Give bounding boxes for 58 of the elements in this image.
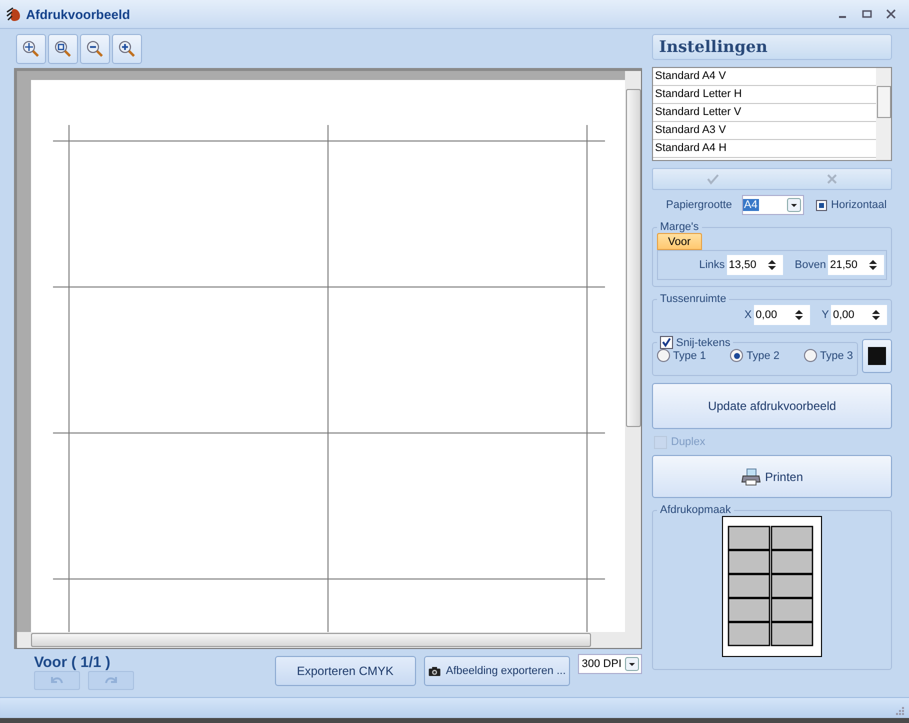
color-button[interactable] [862, 339, 892, 373]
field-label: Y [822, 309, 829, 321]
close-icon[interactable] [885, 8, 897, 20]
resize-grip-icon[interactable] [895, 706, 905, 716]
camera-icon [428, 664, 441, 678]
spinner-arrows-icon [871, 308, 881, 322]
list-scrollbar[interactable] [876, 68, 891, 160]
magnifier-icon [118, 40, 136, 58]
app-icon [6, 6, 22, 22]
number-field[interactable]: 21,50 [828, 255, 884, 275]
magnifier-icon [54, 40, 72, 58]
preset-item[interactable]: Standard A3 V [653, 122, 876, 140]
paper-size-dropdown[interactable]: A4 [742, 195, 804, 215]
type-radio[interactable]: Type 1 [657, 349, 706, 362]
zoom-button[interactable] [80, 34, 110, 64]
export-button[interactable]: Afbeelding exporteren ... [424, 656, 570, 686]
paper-size-label: Papiergrootte [666, 199, 732, 211]
maximize-icon[interactable] [861, 8, 873, 20]
field-label: Boven [794, 259, 826, 271]
margin-tab[interactable]: Voor [657, 233, 702, 250]
settings-header: Instellingen [652, 34, 892, 60]
window-title: Afdrukvoorbeeld [26, 6, 130, 22]
spinner-arrows-icon [794, 308, 804, 322]
number-field[interactable]: 0,00 [754, 305, 810, 325]
check-icon[interactable] [706, 173, 720, 185]
spinner-arrows-icon [868, 258, 878, 272]
printer-icon [740, 468, 761, 486]
cut-marks-label: Snij-tekens [676, 336, 730, 348]
number-field[interactable]: 13,50 [726, 255, 783, 275]
group-legend: Marge's [657, 221, 702, 233]
zoom-button[interactable] [112, 34, 142, 64]
field-label: X [744, 309, 752, 321]
preset-item[interactable]: Standard Letter H [653, 86, 876, 104]
group-legend: Tussenruimte [657, 293, 730, 305]
print-button[interactable]: Printen [652, 455, 892, 498]
type-radio[interactable]: Type 2 [730, 349, 780, 362]
preset-item[interactable]: Standard A4 H [653, 140, 876, 158]
preset-item[interactable]: Standard Letter V [653, 104, 876, 122]
dpi-dropdown[interactable]: 300 DPI [578, 654, 642, 674]
page-label: Voor ( 1/1 ) [34, 654, 112, 671]
group-legend: Afdrukopmaak [657, 504, 734, 516]
magnifier-icon [86, 40, 104, 58]
update-preview-button[interactable]: Update afdrukvoorbeeld [652, 383, 892, 429]
preset-item[interactable]: Standard A4 V [653, 68, 876, 86]
zoom-button[interactable] [16, 34, 46, 64]
horizontal-checkbox[interactable] [816, 200, 828, 210]
type-radio[interactable]: Type 3 [804, 349, 853, 362]
number-field[interactable]: 0,00 [831, 305, 887, 325]
zoom-button[interactable] [48, 34, 78, 64]
export-button[interactable]: Exporteren CMYK [274, 656, 416, 686]
duplex-label: Duplex [671, 436, 706, 448]
horizontal-scrollbar[interactable] [17, 632, 641, 648]
magnifier-icon [22, 40, 40, 58]
vertical-scrollbar[interactable] [625, 71, 641, 632]
spinner-arrows-icon [766, 258, 777, 272]
cut-marks-checkbox[interactable] [660, 336, 673, 349]
field-label: Links [699, 259, 725, 271]
horizontal-label: Horizontaal [831, 199, 887, 211]
